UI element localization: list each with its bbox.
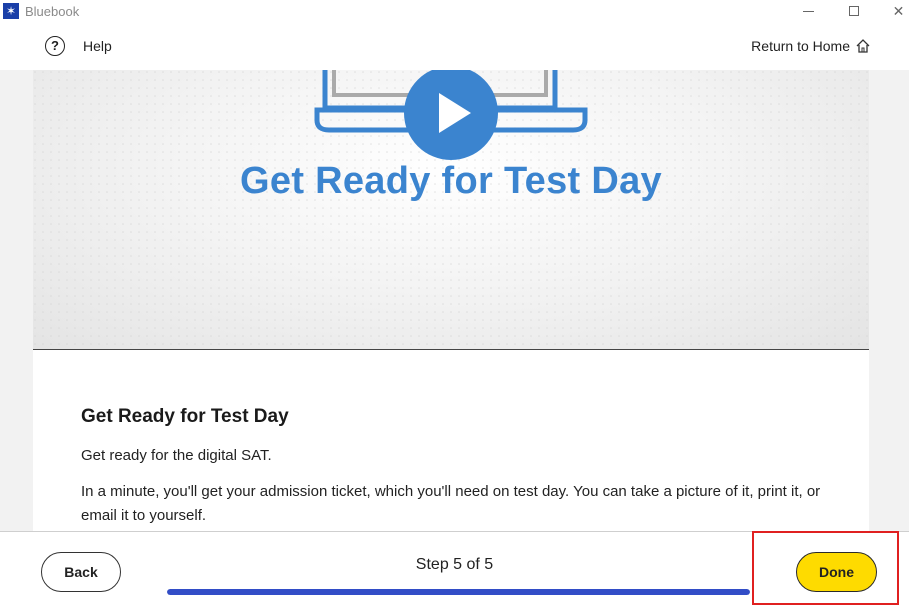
minimize-icon[interactable] xyxy=(786,0,831,22)
body-text: In a minute, you'll get your admission t… xyxy=(81,483,821,524)
close-icon[interactable]: ✕ xyxy=(876,0,909,22)
footer-nav: Back Step 5 of 5 Done xyxy=(0,531,909,608)
help-label: Help xyxy=(83,38,112,54)
bluebook-logo-icon: ✶ xyxy=(3,3,19,19)
window-titlebar: ✶ Bluebook ✕ xyxy=(0,0,909,22)
video-title: Get Ready for Test Day xyxy=(240,160,662,202)
question-circle-icon: ? xyxy=(45,36,65,56)
main-scroll-area[interactable]: Get Ready for Test Day Get Ready for Tes… xyxy=(0,70,909,531)
home-icon xyxy=(856,39,870,53)
step-indicator: Step 5 of 5 xyxy=(415,556,494,573)
content-text: Get Ready for Test Day Get ready for the… xyxy=(81,406,821,528)
maximize-icon[interactable] xyxy=(831,0,876,22)
page-heading: Get Ready for Test Day xyxy=(81,406,289,427)
return-home-label: Return to Home xyxy=(751,38,850,54)
window-title: Bluebook xyxy=(25,3,80,19)
progress-fill xyxy=(167,589,750,595)
return-home-button[interactable]: Return to Home xyxy=(751,38,871,54)
done-button[interactable]: Done xyxy=(796,552,877,592)
video-player[interactable]: Get Ready for Test Day xyxy=(33,70,869,350)
help-button[interactable]: ? Help xyxy=(45,36,112,56)
intro-text: Get ready for the digital SAT. xyxy=(81,447,272,464)
app-header: ? Help Return to Home xyxy=(0,22,909,70)
progress-bar xyxy=(167,589,750,595)
play-icon[interactable] xyxy=(403,70,499,161)
content-card: Get Ready for Test Day Get Ready for Tes… xyxy=(33,70,869,531)
